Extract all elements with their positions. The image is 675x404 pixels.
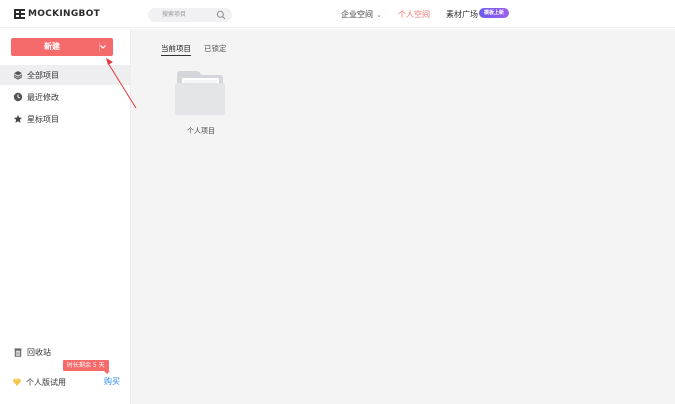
sidebar-item-all-projects[interactable]: 全部项目 <box>0 65 131 85</box>
search-placeholder: 搜索项目 <box>162 11 187 18</box>
sidebar-item-label: 最近修改 <box>27 92 59 102</box>
sidebar-item-label: 回收站 <box>27 347 51 357</box>
sidebar-item-recent[interactable]: 最近修改 <box>0 87 131 107</box>
top-bar: MOCKINGBOT 搜索项目 企业空间 ⌄ 个人空间 素材广场 模板上新 <box>0 0 675 28</box>
folder-card[interactable] <box>174 69 226 129</box>
brand-logo[interactable]: MOCKINGBOT <box>14 8 100 20</box>
trial-plan-label: 个人版试用 <box>26 377 66 387</box>
folder-icon <box>175 71 225 115</box>
search-icon[interactable] <box>216 10 226 20</box>
sidebar-item-label: 星标项目 <box>27 114 59 124</box>
chevron-down-icon: ⌄ <box>376 11 382 19</box>
trash-icon <box>14 348 22 357</box>
project-tabs: 当前项目 已锁定 <box>161 44 227 56</box>
market-new-badge: 模板上新 <box>479 8 509 18</box>
diamond-icon <box>12 378 22 386</box>
trial-remaining-tooltip: 时长剩余 5 天 <box>63 360 109 371</box>
sidebar-item-label: 全部项目 <box>27 70 59 80</box>
nav-material-market[interactable]: 素材广场 <box>446 9 478 21</box>
new-button-label: 新建 <box>44 42 60 51</box>
buy-link[interactable]: 购买 <box>104 375 120 389</box>
chevron-down-icon[interactable] <box>99 43 107 51</box>
nav-enterprise-label: 企业空间 <box>341 10 373 19</box>
brand-name: MOCKINGBOT <box>28 9 101 19</box>
tooltip-arrow <box>104 371 110 374</box>
main-content: 当前项目 已锁定 个人项目 <box>131 29 675 404</box>
brand-mark-icon <box>14 9 25 19</box>
tab-current-projects[interactable]: 当前项目 <box>161 44 191 56</box>
nav-personal-space[interactable]: 个人空间 <box>398 9 430 21</box>
search-input[interactable]: 搜索项目 <box>148 8 232 22</box>
new-button[interactable]: 新建 <box>11 38 113 56</box>
tab-locked[interactable]: 已锁定 <box>204 44 227 56</box>
trial-plan-row: 个人版试用 购买 <box>12 375 120 389</box>
nav-enterprise-space[interactable]: 企业空间 ⌄ <box>341 9 382 21</box>
sidebar-item-trash[interactable]: 回收站 <box>0 342 131 362</box>
star-icon <box>13 114 23 123</box>
sidebar-item-starred[interactable]: 星标项目 <box>0 109 131 129</box>
app-window: MOCKINGBOT 搜索项目 企业空间⌄ 个人空间 素材广场 模板上新 新建 <box>0 0 675 404</box>
sidebar: 新建 全部项目 最近修改 星标项目 回收站 时长剩余 5 天 个人版试用 购买 <box>0 29 131 404</box>
clock-icon <box>13 92 23 102</box>
layers-icon <box>13 71 23 80</box>
folder-label: 个人项目 <box>187 127 215 135</box>
